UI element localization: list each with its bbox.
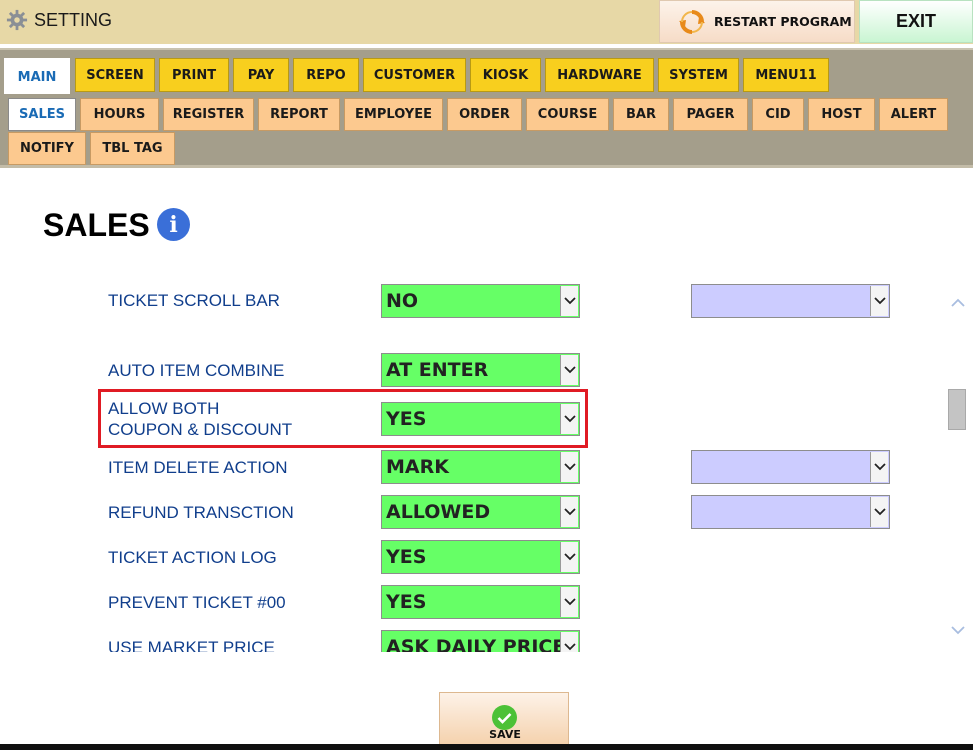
page-title: SALES <box>43 207 150 243</box>
auto-item-combine-value: AT ENTER <box>386 359 489 381</box>
tab-order[interactable]: ORDER <box>447 98 522 131</box>
tab-screen[interactable]: SCREEN <box>75 58 155 92</box>
item-delete-action-value: MARK <box>386 456 449 478</box>
tab-cid[interactable]: CID <box>752 98 804 131</box>
chevron-down-icon <box>560 355 578 385</box>
tab-repo[interactable]: REPO <box>293 58 359 92</box>
chevron-down-icon <box>560 542 578 572</box>
taskbar <box>0 744 973 750</box>
tab-system[interactable]: SYSTEM <box>658 58 739 92</box>
scrollbar-thumb[interactable] <box>948 389 966 430</box>
tab-employee[interactable]: EMPLOYEE <box>344 98 443 131</box>
tab-register[interactable]: REGISTER <box>163 98 254 131</box>
save-button[interactable]: SAVE <box>439 692 569 750</box>
chevron-down-icon <box>560 497 578 527</box>
tab-bar[interactable]: BAR <box>613 98 669 131</box>
tab-pager[interactable]: PAGER <box>673 98 748 131</box>
setting-label-item-delete-action: ITEM DELETE ACTION <box>108 458 288 477</box>
info-icon[interactable]: i <box>157 208 190 241</box>
tab-report[interactable]: REPORT <box>258 98 340 131</box>
chevron-down-icon <box>560 632 578 652</box>
tab-notify[interactable]: NOTIFY <box>8 132 86 165</box>
prevent-ticket-00-select[interactable]: YES <box>381 585 580 619</box>
tab-hours[interactable]: HOURS <box>80 98 159 131</box>
checkmark-icon <box>492 705 517 730</box>
ticket-action-log-value: YES <box>386 546 427 568</box>
use-market-price-select[interactable]: ASK DAILY PRICE <box>381 630 580 652</box>
chevron-down-icon <box>560 286 578 316</box>
tab-customer[interactable]: CUSTOMER <box>363 58 466 92</box>
settings-list[interactable]: TICKET SCROLL BAR NO AUTO ITEM COMBINE A… <box>100 275 920 652</box>
chevron-down-icon <box>560 587 578 617</box>
chevron-down-icon <box>870 497 888 527</box>
gear-icon <box>6 9 28 31</box>
setting-label-refund-transction: REFUND TRANSCTION <box>108 503 294 522</box>
chevron-down-icon <box>560 404 578 434</box>
refresh-icon <box>679 9 705 34</box>
main-tab-bar: MAIN SCREEN PRINT PAY REPO CUSTOMER KIOS… <box>0 48 973 96</box>
tab-pay[interactable]: PAY <box>233 58 289 92</box>
setting-label-allow-both-coupon-discount: ALLOW BOTH COUPON & DISCOUNT <box>108 399 293 439</box>
restart-program-button[interactable]: RESTART PROGRAM <box>659 0 855 43</box>
setting-label-use-market-price: USE MARKET PRICE <box>108 638 275 652</box>
ticket-action-log-select[interactable]: YES <box>381 540 580 574</box>
chevron-down-icon <box>560 452 578 482</box>
tab-hardware[interactable]: HARDWARE <box>545 58 654 92</box>
tab-course[interactable]: COURSE <box>526 98 609 131</box>
setting-label-ticket-scroll-bar: TICKET SCROLL BAR <box>108 291 280 310</box>
tab-print[interactable]: PRINT <box>159 58 229 92</box>
ticket-scroll-bar-select[interactable]: NO <box>381 284 580 318</box>
chevron-down-icon <box>870 286 888 316</box>
auto-item-combine-select[interactable]: AT ENTER <box>381 353 580 387</box>
restart-program-label: RESTART PROGRAM <box>714 14 852 29</box>
refund-transction-value: ALLOWED <box>386 501 491 523</box>
tab-sales[interactable]: SALES <box>8 98 76 131</box>
prevent-ticket-00-value: YES <box>386 591 427 613</box>
ticket-scroll-bar-secondary-select[interactable] <box>691 284 890 318</box>
ticket-scroll-bar-value: NO <box>386 290 419 312</box>
tab-alert[interactable]: ALERT <box>879 98 948 131</box>
sub-tab-bar: SALES HOURS REGISTER REPORT EMPLOYEE ORD… <box>0 94 973 166</box>
exit-button[interactable]: EXIT <box>859 0 973 43</box>
refund-transction-select[interactable]: ALLOWED <box>381 495 580 529</box>
setting-label-ticket-action-log: TICKET ACTION LOG <box>108 548 277 567</box>
tab-menu11[interactable]: MENU11 <box>743 58 829 92</box>
allow-both-coupon-discount-value: YES <box>386 408 427 430</box>
tab-main[interactable]: MAIN <box>4 58 70 96</box>
tab-kiosk[interactable]: KIOSK <box>470 58 541 92</box>
item-delete-action-secondary-select[interactable] <box>691 450 890 484</box>
tab-tbl-tag[interactable]: TBL TAG <box>90 132 175 165</box>
chevron-down-icon <box>951 625 965 634</box>
refund-transction-secondary-select[interactable] <box>691 495 890 529</box>
title-bar: SETTING RESTART PROGRAM EXIT <box>0 0 973 44</box>
scroll-down-button[interactable] <box>949 620 967 640</box>
item-delete-action-select[interactable]: MARK <box>381 450 580 484</box>
allow-both-coupon-discount-select[interactable]: YES <box>381 402 580 436</box>
chevron-down-icon <box>870 452 888 482</box>
window-title: SETTING <box>34 10 113 30</box>
setting-label-auto-item-combine: AUTO ITEM COMBINE <box>108 361 285 380</box>
save-label: SAVE <box>489 728 521 741</box>
use-market-price-value: ASK DAILY PRICE <box>386 636 566 652</box>
chevron-up-icon <box>951 298 965 307</box>
scroll-up-button[interactable] <box>949 292 967 312</box>
setting-label-prevent-ticket-00: PREVENT TICKET #00 <box>108 593 286 612</box>
tab-host[interactable]: HOST <box>808 98 875 131</box>
